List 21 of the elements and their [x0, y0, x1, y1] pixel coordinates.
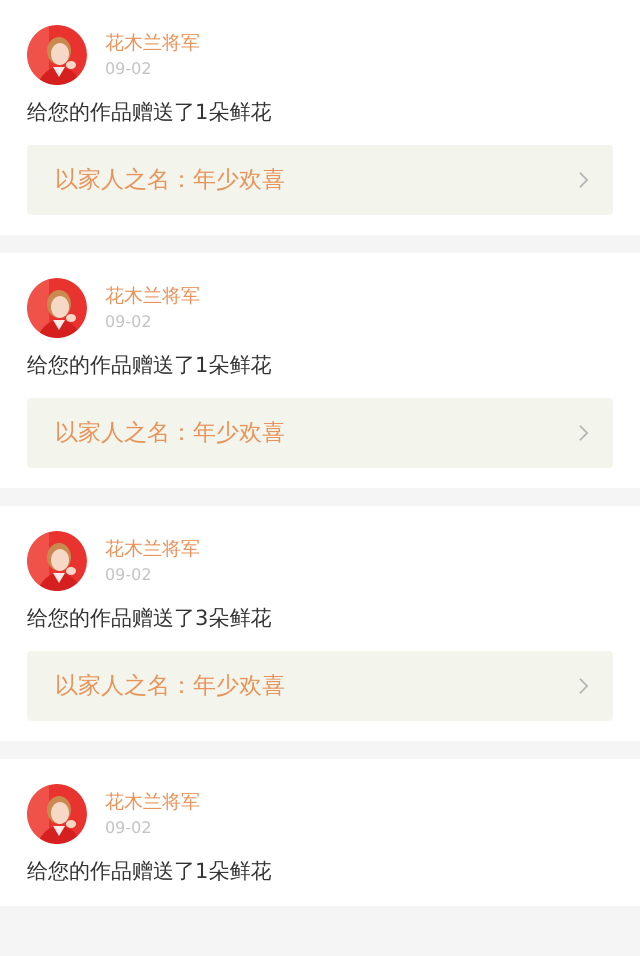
user-name[interactable]: 花木兰将军	[105, 535, 200, 563]
work-link[interactable]: 以家人之名：年少欢喜	[27, 651, 613, 721]
message: 给您的作品赠送了3朵鲜花	[27, 605, 272, 632]
date: 09-02	[105, 817, 152, 839]
chevron-right-icon	[578, 677, 589, 695]
work-title: 以家人之名：年少欢喜	[55, 166, 285, 195]
date: 09-02	[105, 311, 152, 333]
work-title: 以家人之名：年少欢喜	[55, 418, 285, 448]
work-link[interactable]: 以家人之名：年少欢喜	[27, 145, 613, 215]
chevron-right-icon	[578, 171, 589, 189]
user-name[interactable]: 花木兰将军	[105, 29, 200, 57]
message: 给您的作品赠送了1朵鲜花	[27, 858, 272, 885]
user-name[interactable]: 花木兰将军	[105, 282, 200, 310]
message: 给您的作品赠送了1朵鲜花	[27, 352, 272, 379]
chevron-right-icon	[578, 424, 589, 442]
work-link[interactable]: 以家人之名：年少欢喜	[27, 398, 613, 468]
work-title: 以家人之名：年少欢喜	[55, 672, 285, 701]
date: 09-02	[105, 564, 152, 586]
message: 给您的作品赠送了1朵鲜花	[27, 99, 272, 126]
date: 09-02	[105, 58, 152, 80]
user-name[interactable]: 花木兰将军	[105, 788, 200, 816]
